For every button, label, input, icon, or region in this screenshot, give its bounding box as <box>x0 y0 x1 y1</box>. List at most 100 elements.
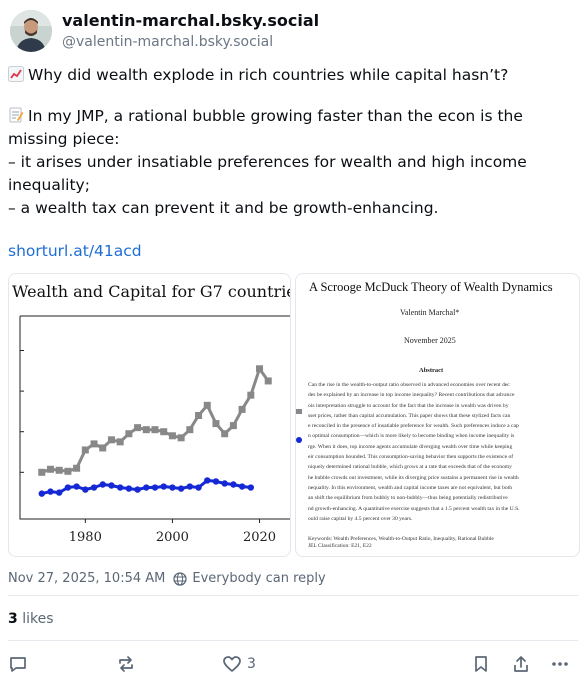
wealth-point <box>203 401 211 409</box>
capital-point <box>195 484 202 491</box>
wealth-series-line <box>41 367 270 474</box>
paper-abstract-line: e reconciled in the presence of insatiab… <box>308 423 519 430</box>
paper-keywords-block: Keywords: Wealth Preferences, Wealth-to-… <box>308 536 494 550</box>
wealth-point <box>46 465 54 473</box>
paper-abstract: Can the rise in the wealth-to-output rat… <box>308 380 579 524</box>
wealth-point <box>151 426 159 434</box>
more-options-button[interactable] <box>550 654 570 674</box>
post-media: Wealth and Capital for G7 countrie 1980 2… <box>8 273 580 557</box>
wealth-point <box>264 377 272 385</box>
post-meta: Nov 27, 2025, 10:54 AM Everybody can rep… <box>8 571 326 586</box>
wealth-point <box>81 446 89 454</box>
capital-point <box>73 483 80 490</box>
paper-abstract-line: nd growth-enhancing. A quantitative exer… <box>308 505 520 512</box>
divider-bottom <box>8 640 578 641</box>
memo-emoji-icon <box>9 107 24 123</box>
bookmark-button[interactable] <box>471 654 491 674</box>
capital-point <box>64 484 72 491</box>
paper-abstract-line: niquely determined rational bubble, whic… <box>308 464 512 471</box>
paper-abstract-line: eir consumption bounded. This consumptio… <box>308 454 514 461</box>
chart-plot: 1980 2000 2020 <box>19 315 290 545</box>
reply-setting[interactable]: Everybody can reply <box>192 571 325 586</box>
wealth-point <box>195 411 203 419</box>
wealth-point <box>73 464 81 472</box>
likes-stat[interactable]: 3 likes <box>8 611 54 627</box>
globe-icon <box>173 571 188 586</box>
wealth-point <box>177 434 185 442</box>
post-actions: 3 <box>0 648 586 680</box>
wealth-point <box>229 422 237 430</box>
capital-point <box>90 484 98 491</box>
bookmark-icon <box>475 656 487 672</box>
capital-point <box>204 477 211 484</box>
paper-abstract-line: ould raise capital by 4.5 percent over 3… <box>308 515 413 522</box>
legend-markers <box>296 409 302 443</box>
share-button[interactable] <box>511 654 531 674</box>
wealth-point <box>142 426 150 434</box>
capital-point <box>151 484 159 491</box>
paper-abstract-heading: Abstract <box>419 367 444 374</box>
capital-point <box>55 489 63 496</box>
legend-circle-marker <box>296 437 302 443</box>
legend-square-marker <box>296 409 302 414</box>
paper-abstract-line: sset prices, rather than capital accumul… <box>308 412 511 419</box>
x-tick-label: 1980 <box>69 530 102 545</box>
likes-label: likes <box>22 611 54 627</box>
capital-point <box>108 482 115 489</box>
paper-abstract-line: ois interpretation struggle to account f… <box>308 402 509 409</box>
wealth-point <box>238 405 246 413</box>
post-body: Why did wealth explode in rich countries… <box>8 64 576 220</box>
wealth-point <box>168 432 176 440</box>
paper-abstract-line: Can the rise in the wealth-to-output rat… <box>308 382 510 388</box>
wealth-point <box>247 391 255 399</box>
capital-point <box>134 486 141 493</box>
post-line-jmp: In my JMP, a rational bubble growing fas… <box>8 105 576 151</box>
wealth-point <box>160 428 168 436</box>
paper-date: November 2025 <box>404 336 456 345</box>
author-display-name[interactable]: valentin-marchal.bsky.social <box>62 10 319 32</box>
share-icon <box>514 656 528 672</box>
wealth-point <box>186 426 194 434</box>
chart-image[interactable]: Wealth and Capital for G7 countrie 1980 2… <box>8 273 291 557</box>
paper-keywords: Keywords: Wealth Preferences, Wealth-to-… <box>308 536 494 542</box>
wealth-point <box>116 438 124 446</box>
avatar[interactable] <box>10 10 52 52</box>
capital-point <box>82 486 89 493</box>
capital-point <box>221 480 228 487</box>
capital-point <box>99 481 106 488</box>
capital-point <box>116 484 124 491</box>
post-link[interactable]: shorturl.at/41acd <box>8 240 142 262</box>
wealth-point <box>55 466 63 474</box>
wealth-point <box>221 430 229 438</box>
paper-abstract-line: nequality. In this environment, wealth a… <box>308 484 513 491</box>
post-timestamp[interactable]: Nov 27, 2025, 10:54 AM <box>8 571 165 586</box>
capital-point <box>47 488 54 495</box>
like-count: 3 <box>247 656 256 672</box>
paper-abstract-line: an shift the equilibrium from bubbly to … <box>308 495 508 502</box>
capital-point <box>160 483 167 490</box>
capital-point <box>169 484 176 491</box>
repost-icon <box>119 656 133 672</box>
capital-point <box>125 485 133 492</box>
wealth-point <box>64 467 72 475</box>
paper-author: Valentin Marchal* <box>400 308 460 317</box>
repost-button[interactable] <box>116 654 136 674</box>
reply-icon <box>10 657 26 672</box>
capital-point <box>247 484 255 491</box>
capital-point <box>212 478 220 485</box>
wealth-point <box>212 420 220 428</box>
post-line1-text: Why did wealth explode in rich countries… <box>28 66 509 84</box>
like-button[interactable]: 3 <box>222 654 256 674</box>
reply-button[interactable] <box>8 654 28 674</box>
x-tick-label: 2020 <box>243 530 276 545</box>
divider-top <box>8 595 578 596</box>
post-line-question: Why did wealth explode in rich countries… <box>8 64 576 87</box>
post-bullet-1: – it arises under insatiable preferences… <box>8 153 527 194</box>
paper-abstract-line: rge. When it does, top income agents acc… <box>308 443 513 450</box>
author-handle[interactable]: @valentin-marchal.bsky.social <box>62 32 319 52</box>
paper-image[interactable]: A Scrooge McDuck Theory of Wealth Dynami… <box>295 273 580 557</box>
wealth-point <box>99 444 107 452</box>
capital-point <box>238 483 246 490</box>
paper-abstract-line: n optimal consumption—which is more like… <box>308 433 515 440</box>
paper-abstract-line: des be explained by an increase in top i… <box>308 392 515 399</box>
